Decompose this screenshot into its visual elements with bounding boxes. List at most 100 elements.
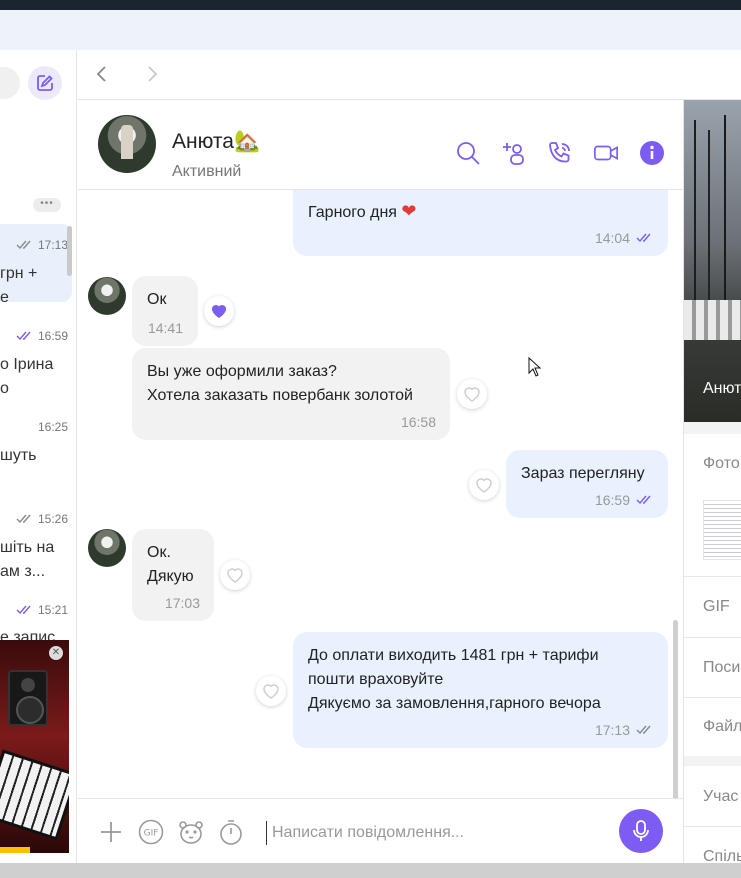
bear-sticker-icon (179, 821, 203, 844)
photos-section-label[interactable]: Фото (703, 455, 740, 473)
video-call-button[interactable] (593, 140, 619, 166)
sender-avatar[interactable] (88, 529, 126, 567)
message-meta: 16:59 (595, 488, 654, 512)
chat-preview: о Ірина о (0, 356, 54, 397)
chevron-left-icon (96, 66, 106, 82)
message-text: До оплати виходить 1481 грн + тарифи пош… (308, 647, 601, 712)
links-section-label[interactable]: Поси (703, 659, 740, 677)
phone-icon (549, 142, 570, 163)
chat-scrollbar[interactable] (673, 620, 678, 800)
app-window: ••• 17:13 грн + е 16:59 о Ірина о 16:25 … (0, 10, 741, 873)
message-bubble-incoming[interactable]: Ок. Дякую 17:03 (132, 529, 214, 621)
add-user-icon (503, 143, 524, 165)
ad-close-button[interactable]: ✕ (49, 646, 63, 660)
attach-button[interactable] (98, 819, 124, 845)
chat-list-item[interactable]: 15:26 шіть на ам з... (0, 498, 72, 580)
info-icon (640, 141, 664, 165)
section-divider (684, 422, 741, 434)
message-bubble-incoming[interactable]: Вы уже оформили заказ? Хотела заказать п… (132, 348, 450, 440)
compose-button[interactable] (28, 66, 62, 100)
message-meta: 14:04 (595, 226, 654, 250)
compose-icon (37, 75, 53, 91)
desktop-background (0, 863, 741, 878)
divider (684, 637, 741, 638)
search-input[interactable] (0, 67, 20, 99)
gif-section-label[interactable]: GIF (703, 598, 730, 616)
navigation-row (78, 50, 741, 100)
contact-avatar[interactable] (98, 115, 156, 173)
voice-call-button[interactable] (547, 140, 573, 166)
heart-outline-icon (464, 387, 480, 402)
svg-text:GIF: GIF (144, 829, 159, 839)
heart-outline-icon (476, 478, 492, 493)
double-check-icon (636, 725, 651, 735)
contact-name-text: Анюта (172, 130, 234, 153)
message-time: 17:03 (164, 595, 200, 611)
voice-message-button[interactable] (619, 809, 663, 853)
section-divider (684, 756, 741, 766)
piano-keys-image (0, 749, 69, 841)
like-button[interactable] (256, 676, 286, 706)
chat-list-item[interactable]: 16:59 о Ірина о (0, 315, 72, 397)
double-check-icon (16, 240, 31, 250)
double-check-icon (16, 331, 31, 341)
chat-time: 15:21 (37, 603, 68, 617)
files-section-label[interactable]: Файл (703, 718, 741, 736)
forward-button[interactable] (142, 64, 162, 84)
red-heart-emoji-icon: ❤ (401, 201, 417, 221)
chat-list-item[interactable]: 15:21 е запис (0, 589, 72, 646)
message-bubble-outgoing[interactable]: До оплати виходить 1481 грн + тарифи пош… (293, 632, 668, 748)
like-button[interactable] (457, 379, 487, 409)
message-time: 17:13 (594, 722, 630, 738)
message-input[interactable] (266, 821, 606, 845)
message-text: Гарного дня ❤ (308, 199, 653, 225)
back-button[interactable] (92, 64, 112, 84)
sidebar-scrollbar[interactable] (67, 226, 72, 276)
speaker-image (8, 670, 48, 726)
divider (684, 576, 741, 577)
gif-button[interactable]: GIF (138, 819, 164, 845)
message-meta: 17:13 (595, 718, 654, 742)
message-meta: 14:41 (148, 316, 183, 340)
contact-photo[interactable]: Анют (684, 100, 741, 422)
participants-section-label[interactable]: Учас (703, 788, 738, 806)
sender-avatar[interactable] (88, 277, 126, 315)
microphone-icon (633, 820, 649, 841)
stopwatch-icon (220, 820, 242, 845)
message-time: 16:58 (400, 414, 436, 430)
chat-list-item[interactable]: 16:25 шуть (0, 406, 72, 484)
search-button[interactable] (455, 140, 481, 166)
house-emoji-icon: 🏡 (233, 130, 261, 153)
chat-list-item[interactable]: 17:13 грн + е (0, 224, 72, 306)
info-button[interactable] (639, 140, 665, 166)
double-check-icon (636, 495, 651, 505)
message-bubble-outgoing[interactable]: Гарного дня ❤ 14:04 (293, 190, 668, 256)
contact-status: Активний (172, 163, 242, 180)
like-button[interactable] (204, 296, 234, 326)
message-bubble-incoming[interactable]: Ок 14:41 (132, 276, 198, 346)
message-time: 16:59 (594, 492, 630, 508)
chat-preview: шуть (0, 447, 37, 464)
message-composer: GIF (78, 798, 683, 863)
photo-thumbnail[interactable] (703, 500, 741, 560)
like-button[interactable] (469, 470, 499, 500)
like-button[interactable] (220, 560, 250, 590)
message-meta: 17:03 (165, 591, 200, 615)
message-time: 14:41 (147, 320, 183, 336)
ad-banner[interactable]: ✕ (0, 640, 69, 853)
contact-name[interactable]: Анюта🏡 (172, 130, 260, 154)
message-bubble-outgoing[interactable]: Зараз перегляну 16:59 (506, 450, 668, 518)
gif-icon: GIF (138, 819, 164, 845)
timer-button[interactable] (218, 819, 244, 845)
add-participant-button[interactable] (501, 140, 527, 166)
message-text-content: Гарного дня (308, 204, 397, 221)
ad-accent-bar (0, 847, 30, 853)
heart-outline-icon (227, 568, 243, 583)
sticker-button[interactable] (178, 819, 204, 845)
more-options-button[interactable]: ••• (33, 198, 61, 212)
chat-preview: шіть на ам з... (0, 539, 55, 580)
heart-filled-icon (212, 305, 226, 318)
chat-time: 15:26 (37, 512, 68, 526)
window-title-strip (0, 10, 741, 50)
message-time: 14:04 (594, 230, 630, 246)
